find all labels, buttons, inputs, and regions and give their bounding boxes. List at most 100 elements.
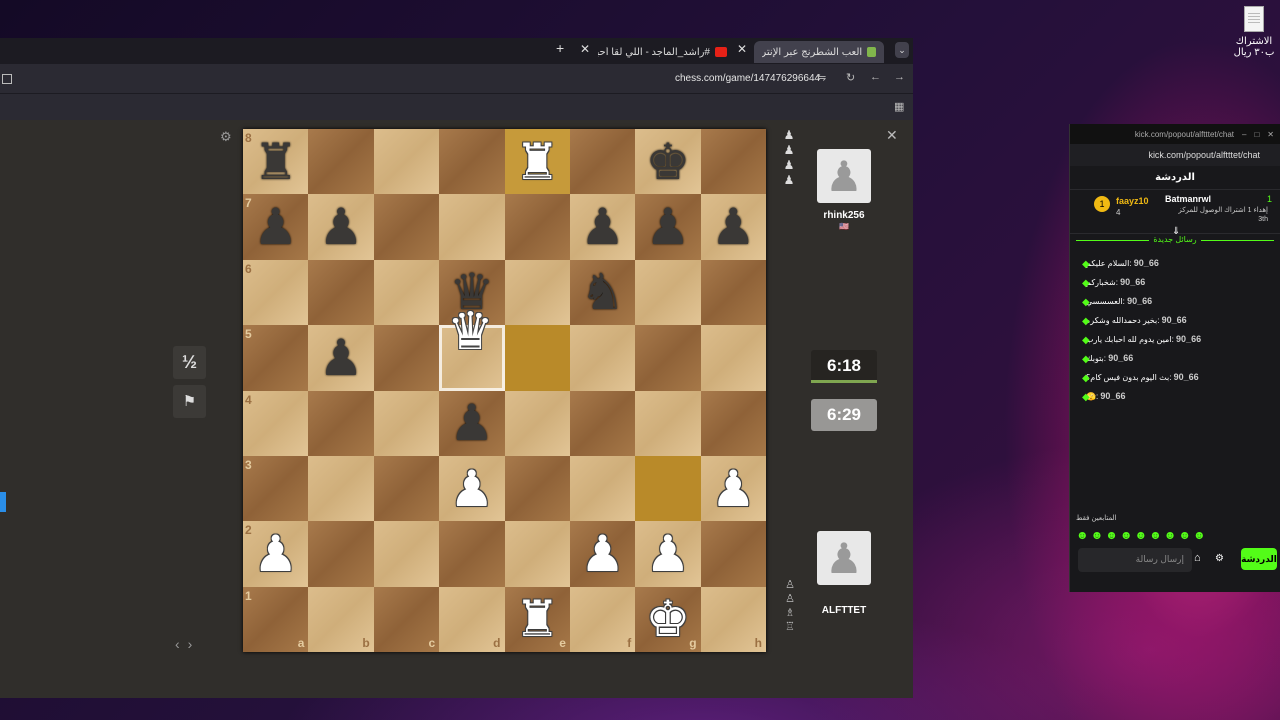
black-piece[interactable]: ♟ [580,202,625,252]
top-player-avatar[interactable]: ♟ [817,149,871,203]
chat-settings-icon[interactable]: ⚙ [1215,553,1224,564]
dragged-white-queen[interactable]: ♛ [447,302,494,362]
square-h1[interactable]: h [700,586,766,652]
square-f4[interactable] [569,390,636,456]
close-tab-icon[interactable]: ✕ [737,42,747,56]
square-f1[interactable]: f [569,586,636,652]
square-e2[interactable] [504,521,570,587]
square-f7[interactable]: ♟ [569,194,636,260]
square-c3[interactable] [373,455,440,522]
chat-username[interactable]: 66_90 [1100,391,1125,401]
square-g5[interactable] [635,325,701,391]
tab-youtube[interactable]: #راشد_الماجد - اللي لقا أحبابه [592,41,727,63]
close-tab-icon[interactable]: ✕ [580,42,590,56]
apps-grid-icon[interactable]: ▦ [894,100,904,113]
square-b2[interactable] [308,521,374,587]
maximize-icon[interactable]: □ [1254,130,1259,139]
square-f5[interactable] [569,325,636,391]
chat-address[interactable]: kick.com/popout/alftttet/chat [1070,144,1280,166]
black-piece[interactable]: ♚ [646,137,691,187]
square-d2[interactable] [439,521,505,587]
square-e4[interactable] [504,390,570,456]
black-piece[interactable]: ♟ [711,202,756,252]
chat-username[interactable]: 66_90 [1162,315,1187,325]
chat-username[interactable]: 66_90 [1120,277,1145,287]
white-piece[interactable]: ♟ [711,464,756,514]
square-c7[interactable] [373,194,440,260]
square-h6[interactable] [700,259,766,326]
square-b3[interactable] [308,455,374,522]
square-g4[interactable] [635,390,701,456]
black-piece[interactable]: ♟ [646,202,691,252]
square-b8[interactable] [308,129,374,195]
black-piece[interactable]: ♟ [319,333,364,383]
square-c2[interactable] [373,521,440,587]
bottom-player-name[interactable]: ALFTTET [809,605,879,616]
square-c6[interactable] [373,259,440,326]
gift-store-icon[interactable]: ⌂ [1194,552,1201,564]
square-d4[interactable]: ♟ [439,390,505,456]
minimize-icon[interactable]: – [1242,130,1246,139]
chat-username[interactable]: 66_90 [1134,258,1159,268]
square-a8[interactable]: 8 ♜ [243,129,309,195]
next-move-icon[interactable]: › [188,636,201,652]
square-g6[interactable] [635,259,701,326]
square-a7[interactable]: 7 ♟ [243,194,309,260]
square-d8[interactable] [439,129,505,195]
top-player-name[interactable]: rhink256 [809,210,879,221]
square-e7[interactable] [504,194,570,260]
square-e5[interactable] [504,325,570,391]
square-h3[interactable]: ♟ [700,455,766,522]
tab-list-icon[interactable]: ⌄ [895,42,909,58]
square-d1[interactable]: d [439,586,505,652]
white-piece[interactable]: ♚ [646,594,691,644]
white-piece[interactable]: ♟ [253,529,298,579]
square-c4[interactable] [373,390,440,456]
pinned-user[interactable]: Batmanrwl [1165,194,1211,204]
square-a3[interactable]: 3 [243,455,309,522]
square-d3[interactable]: ♟ [439,455,505,522]
black-piece[interactable]: ♟ [449,398,494,448]
new-tab-button[interactable]: + [556,40,564,56]
square-a5[interactable]: 5 [243,325,309,391]
offer-draw-button[interactable]: ½ [173,346,206,379]
board-settings-gear-icon[interactable]: ⚙ [220,129,232,145]
square-g3[interactable] [635,455,701,522]
move-navigation[interactable]: ‹› [175,636,200,652]
emote-bar[interactable]: ☻☻☻☻☻☻☻☻☻ [1076,528,1208,542]
square-h8[interactable] [700,129,766,195]
square-a4[interactable]: 4 [243,390,309,456]
square-e1[interactable]: e ♜ [504,586,570,652]
square-b6[interactable] [308,259,374,326]
forward-icon[interactable]: → [894,71,905,83]
reload-icon[interactable]: ↻ [846,71,855,84]
square-g8[interactable]: ♚ [635,129,701,195]
close-panel-icon[interactable]: ✕ [886,127,898,144]
square-e3[interactable] [504,455,570,522]
chat-username[interactable]: 66_90 [1174,372,1199,382]
white-piece[interactable]: ♟ [580,529,625,579]
desktop-file[interactable]: الاشتراك ب٣٠ ريال [1228,6,1280,58]
square-a2[interactable]: 2 ♟ [243,521,309,587]
black-piece[interactable]: ♟ [319,202,364,252]
square-b1[interactable]: b [308,586,374,652]
back-icon[interactable]: ← [870,71,881,83]
site-settings-icon[interactable]: ⇋ [817,71,826,84]
chat-username[interactable]: 66_90 [1108,353,1133,363]
white-piece[interactable]: ♟ [646,529,691,579]
square-g1[interactable]: g ♚ [635,586,701,652]
square-h5[interactable] [700,325,766,391]
square-c8[interactable] [373,129,440,195]
square-g2[interactable]: ♟ [635,521,701,587]
square-b4[interactable] [308,390,374,456]
square-h2[interactable] [700,521,766,587]
square-f6[interactable]: ♞ [569,259,636,326]
white-piece[interactable]: ♜ [515,594,560,644]
square-h7[interactable]: ♟ [700,194,766,260]
url-text[interactable]: chess.com/game/147476296644 [675,73,820,84]
white-piece[interactable]: ♜ [515,137,560,187]
square-b7[interactable]: ♟ [308,194,374,260]
square-g7[interactable]: ♟ [635,194,701,260]
square-e8[interactable]: ♜ [504,129,570,195]
square-f3[interactable] [569,455,636,522]
